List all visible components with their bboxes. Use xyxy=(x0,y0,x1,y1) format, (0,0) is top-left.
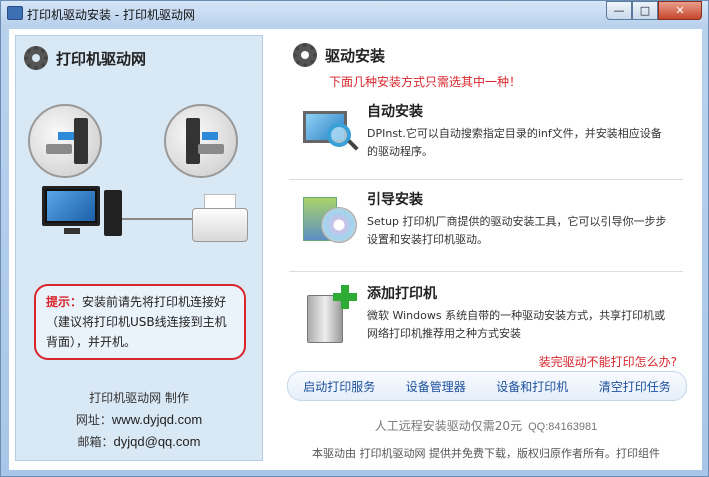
add-printer-icon xyxy=(299,285,357,343)
close-button[interactable]: ✕ xyxy=(658,1,702,20)
action-bar: 启动打印服务 设备管理器 设备和打印机 清空打印任务 xyxy=(287,371,687,401)
credit-line: 打印机驱动网 制作 xyxy=(89,391,189,405)
footer-text: 本驱动由 打印机驱动网 提供并免费下载，版权归原作者所有。打印组件 xyxy=(312,447,660,460)
maximize-button[interactable]: □ xyxy=(632,1,658,20)
guided-install-option[interactable]: 引导安装 Setup 打印机厂商提供的驱动安装工具，它可以引导你一步步设置和安装… xyxy=(289,185,685,265)
monitor-stand xyxy=(64,228,80,234)
arrow-icon xyxy=(58,132,74,140)
setup-disc-icon xyxy=(299,191,357,247)
install-panel-header: 驱动安装 xyxy=(293,43,385,67)
info-panel-header: 打印机驱动网 xyxy=(24,46,146,70)
usb-plug-icon xyxy=(46,144,72,154)
guided-install-desc: Setup 打印机厂商提供的驱动安装工具，它可以引导你一步步设置和安装打印机驱动… xyxy=(367,215,667,246)
usb-port-icon xyxy=(74,118,88,164)
add-printer-option[interactable]: 添加打印机 微软 Windows 系统自带的一种驱动安装方式，共享打印机或网络打… xyxy=(289,279,685,359)
devices-and-printers-link[interactable]: 设备和打印机 xyxy=(496,378,568,395)
pc-usb-port-closeup xyxy=(28,104,102,178)
gear-icon xyxy=(24,46,48,70)
usb-plug-icon xyxy=(198,144,224,154)
monitor-screen xyxy=(47,191,95,221)
title-bar[interactable]: 打印机驱动安装 - 打印机驱动网 — □ ✕ xyxy=(1,1,708,27)
email-label: 邮箱： xyxy=(77,435,114,449)
divider xyxy=(289,271,683,272)
minimize-button[interactable]: — xyxy=(606,1,632,20)
website-label: 网址： xyxy=(75,413,112,427)
website-link[interactable]: www.dyjqd.com xyxy=(112,412,202,427)
magnifier-lens xyxy=(327,123,351,147)
info-panel: 打印机驱动网 提示：安装前请先将打印机连接好（建议将打印机USB线连接到主机背面… xyxy=(15,35,263,461)
usb-port-icon xyxy=(186,118,200,164)
printer-icon xyxy=(192,208,248,242)
install-instruction: 下面几种安装方式只需选其中一种！ xyxy=(329,75,522,89)
tip-label: 提示： xyxy=(46,295,83,309)
auto-install-title[interactable]: 自动安装 xyxy=(367,101,423,121)
add-printer-title[interactable]: 添加打印机 xyxy=(367,283,437,303)
email-link[interactable]: dyjqd@qq.com xyxy=(114,434,201,449)
remote-service-label: 人工远程安装驱动仅需20元 xyxy=(374,419,523,433)
app-icon xyxy=(7,6,23,20)
add-printer-desc: 微软 Windows 系统自带的一种驱动安装方式，共享打印机或网络打印机推荐用之… xyxy=(367,309,666,340)
plus-icon xyxy=(333,285,357,309)
credits: 打印机驱动网 制作 网址：www.dyjqd.com 邮箱：dyjqd@qq.c… xyxy=(16,388,262,453)
remote-qq: QQ:84163981 xyxy=(528,421,598,433)
start-print-service-link[interactable]: 启动打印服务 xyxy=(303,378,375,395)
computer-monitor-icon xyxy=(42,186,100,226)
connection-illustration xyxy=(24,98,256,314)
guided-install-title[interactable]: 引导安装 xyxy=(367,189,423,209)
install-panel: 驱动安装 下面几种安装方式只需选其中一种！ 自动安装 DPInst.它可以自动搜… xyxy=(281,35,691,465)
printer-usb-port-closeup xyxy=(164,104,238,178)
divider xyxy=(289,179,683,180)
client-area: 打印机驱动网 提示：安装前请先将打印机连接好（建议将打印机USB线连接到主机背面… xyxy=(9,29,702,470)
installer-window: 打印机驱动安装 - 打印机驱动网 — □ ✕ 打印机驱动网 提示：安装前请先将打… xyxy=(0,0,709,477)
pc-tower-icon xyxy=(104,190,122,236)
disc-shape xyxy=(321,207,357,243)
info-panel-title: 打印机驱动网 xyxy=(56,49,147,68)
auto-install-option[interactable]: 自动安装 DPInst.它可以自动搜索指定目录的inf文件，并安装相应设备的驱动… xyxy=(289,97,685,177)
website-row: 网址：www.dyjqd.com xyxy=(16,409,262,431)
device-manager-link[interactable]: 设备管理器 xyxy=(406,378,466,395)
install-panel-title: 驱动安装 xyxy=(325,46,386,65)
gear-icon xyxy=(293,43,317,67)
remote-service-text: 人工远程安装驱动仅需20元 QQ:84163981 xyxy=(281,417,691,434)
window-title: 打印机驱动安装 - 打印机驱动网 xyxy=(27,8,195,22)
magnifier-handle xyxy=(347,139,359,151)
monitor-magnifier-icon xyxy=(299,103,359,159)
window-controls: — □ ✕ xyxy=(606,1,702,20)
auto-install-desc: DPInst.它可以自动搜索指定目录的inf文件，并安装相应设备的驱动程序。 xyxy=(367,127,662,158)
arrow-icon xyxy=(202,132,218,140)
email-row: 邮箱：dyjqd@qq.com xyxy=(16,431,262,453)
tip-box: 提示：安装前请先将打印机连接好（建议将打印机USB线连接到主机背面），并开机。 xyxy=(34,284,246,360)
faq-link[interactable]: 装完驱动不能打印怎么办? xyxy=(539,353,677,370)
clear-print-queue-link[interactable]: 清空打印任务 xyxy=(599,378,671,395)
